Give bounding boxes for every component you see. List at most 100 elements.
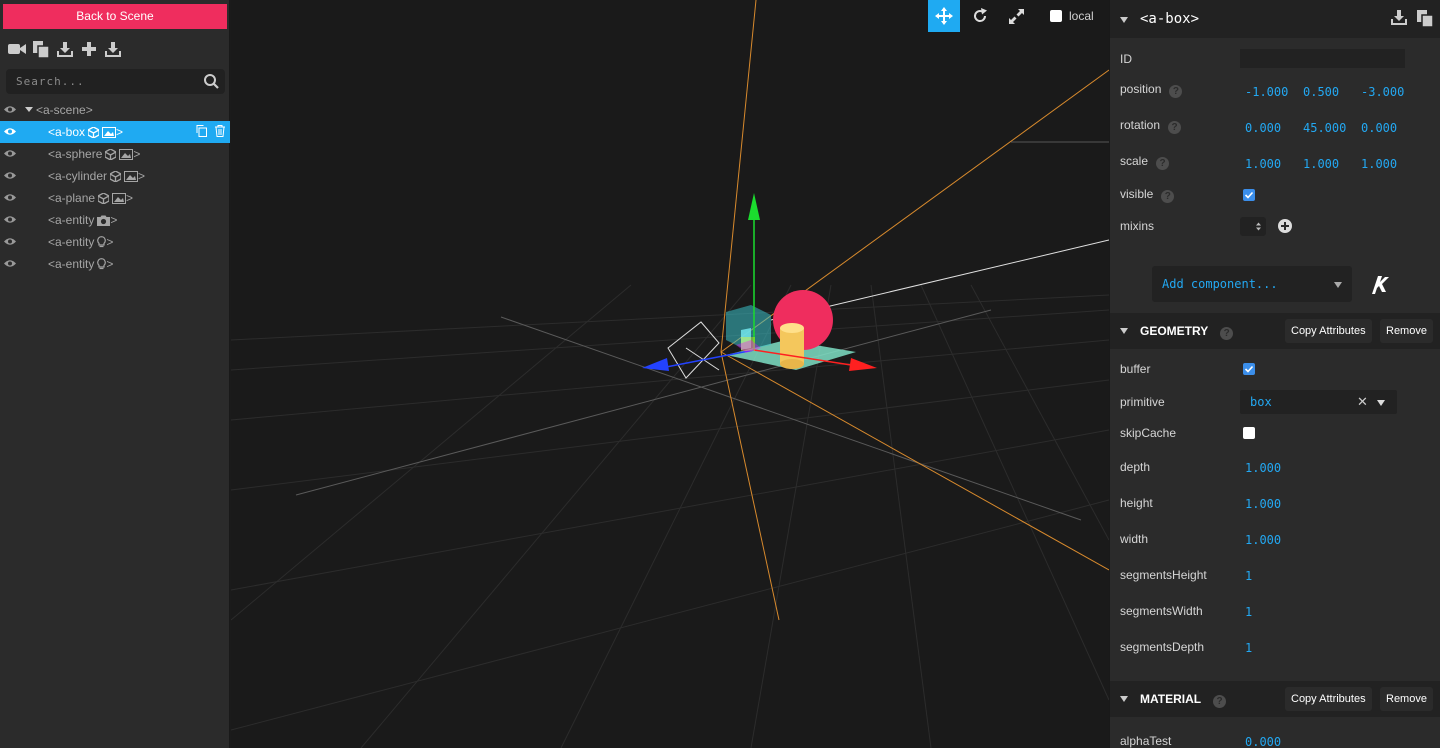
position-x-input[interactable]: -1.000 xyxy=(1245,85,1288,99)
tree-item-suffix: > xyxy=(133,147,141,161)
eye-icon[interactable] xyxy=(4,259,16,268)
help-icon[interactable]: ? xyxy=(1220,327,1234,340)
position-y-input[interactable]: 0.500 xyxy=(1303,85,1339,99)
camera-icon[interactable] xyxy=(8,40,26,58)
tree-item-label: <a-sphere xyxy=(48,147,103,161)
scale-x-input[interactable]: 1.000 xyxy=(1245,157,1281,171)
id-input[interactable] xyxy=(1240,49,1405,68)
tree-item-a-entity-camera[interactable]: <a-entity > xyxy=(0,209,230,231)
trash-icon[interactable] xyxy=(215,125,225,137)
visible-checkbox[interactable] xyxy=(1243,189,1255,201)
add-mixin-icon[interactable] xyxy=(1278,219,1292,233)
translate-button[interactable] xyxy=(928,0,960,32)
download-icon[interactable] xyxy=(104,40,122,58)
geometry-section-header[interactable]: GEOMETRY? Copy Attributes Remove xyxy=(1110,313,1440,349)
local-checkbox[interactable] xyxy=(1050,10,1062,22)
lightbulb-icon xyxy=(97,258,107,270)
position-z-input[interactable]: -3.000 xyxy=(1361,85,1404,99)
skipcache-checkbox[interactable] xyxy=(1243,427,1255,439)
eye-icon[interactable] xyxy=(4,237,16,246)
chevron-down-icon[interactable] xyxy=(1377,400,1385,406)
rotation-z-input[interactable]: 0.000 xyxy=(1361,121,1397,135)
segments-height-input[interactable]: 1 xyxy=(1245,569,1252,583)
back-to-scene-button[interactable]: Back to Scene xyxy=(3,4,227,29)
help-icon[interactable]: ? xyxy=(1156,157,1170,170)
scale-y-input[interactable]: 1.000 xyxy=(1303,157,1339,171)
height-label: height xyxy=(1120,496,1153,510)
material-section-header[interactable]: MATERIAL? Copy Attributes Remove xyxy=(1110,681,1440,717)
scale-button[interactable] xyxy=(1000,0,1032,32)
eye-icon[interactable] xyxy=(4,149,16,158)
search-icon[interactable] xyxy=(204,74,219,89)
eye-icon[interactable] xyxy=(4,215,16,224)
copy-attributes-button[interactable]: Copy Attributes xyxy=(1285,687,1372,711)
height-input[interactable]: 1.000 xyxy=(1245,497,1281,511)
collapse-icon[interactable] xyxy=(1120,696,1128,702)
width-input[interactable]: 1.000 xyxy=(1245,533,1281,547)
rotate-button[interactable] xyxy=(964,0,996,32)
help-icon[interactable]: ? xyxy=(1169,85,1183,98)
camera-icon xyxy=(97,215,111,226)
segments-depth-input[interactable]: 1 xyxy=(1245,641,1252,655)
collapse-icon[interactable] xyxy=(1120,328,1128,334)
alphatest-input[interactable]: 0.000 xyxy=(1245,735,1281,748)
primitive-value: box xyxy=(1250,395,1272,409)
eye-icon[interactable] xyxy=(4,193,16,202)
transform-toolbar: local xyxy=(928,0,1094,32)
image-icon xyxy=(124,171,139,182)
segments-width-input[interactable]: 1 xyxy=(1245,605,1252,619)
add-component-select[interactable]: Add component... xyxy=(1152,266,1352,302)
tree-item-a-entity-light[interactable]: <a-entity > xyxy=(0,231,230,253)
buffer-checkbox[interactable] xyxy=(1243,363,1255,375)
tree-item-a-cylinder[interactable]: <a-cylinder > xyxy=(0,165,230,187)
remove-component-button[interactable]: Remove xyxy=(1380,319,1433,343)
tree-item-suffix: > xyxy=(110,213,118,227)
aframe-inspector: Back to Scene Search... <a-scene> <a-box… xyxy=(0,0,1440,748)
rotation-y-input[interactable]: 45.000 xyxy=(1303,121,1346,135)
local-toggle[interactable]: local xyxy=(1050,9,1094,23)
tree-item-suffix: > xyxy=(106,257,114,271)
3d-viewport[interactable]: local xyxy=(231,0,1109,748)
rotation-x-input[interactable]: 0.000 xyxy=(1245,121,1281,135)
aframe-registry-icon[interactable] xyxy=(1369,273,1391,300)
tree-item-a-sphere[interactable]: <a-sphere > xyxy=(0,143,230,165)
entity-title: <a-box> xyxy=(1140,11,1200,27)
cylinder-mesh xyxy=(780,323,804,369)
copy-icon[interactable] xyxy=(32,40,50,58)
clone-icon[interactable] xyxy=(196,125,207,137)
position-label: position xyxy=(1120,82,1162,96)
help-icon[interactable]: ? xyxy=(1168,121,1182,134)
primitive-select[interactable]: box ✕ xyxy=(1240,390,1397,414)
scene-canvas[interactable] xyxy=(231,0,1109,748)
tree-item-label: <a-entity xyxy=(48,213,95,227)
scene-toolbar xyxy=(8,40,122,58)
segments-depth-label: segmentsDepth xyxy=(1120,640,1205,654)
clear-icon[interactable]: ✕ xyxy=(1357,394,1368,410)
help-icon[interactable]: ? xyxy=(1213,695,1227,708)
eye-icon[interactable] xyxy=(4,105,16,114)
tree-item-label: <a-cylinder xyxy=(48,169,108,183)
tree-item-a-entity-light[interactable]: <a-entity > xyxy=(0,253,230,275)
search-input[interactable] xyxy=(16,69,196,94)
segments-height-label: segmentsHeight xyxy=(1120,568,1207,582)
tree-item-label: <a-scene> xyxy=(36,103,93,117)
tree-item-a-plane[interactable]: <a-plane > xyxy=(0,187,230,209)
copy-icon[interactable] xyxy=(1417,10,1433,27)
tree-item-suffix: > xyxy=(126,191,134,205)
remove-component-button[interactable]: Remove xyxy=(1380,687,1433,711)
depth-input[interactable]: 1.000 xyxy=(1245,461,1281,475)
collapse-caret-icon[interactable] xyxy=(25,107,33,112)
eye-icon[interactable] xyxy=(4,127,16,136)
mixins-select[interactable] xyxy=(1240,217,1266,236)
download-icon[interactable] xyxy=(1391,10,1407,25)
download-icon[interactable] xyxy=(56,40,74,58)
tree-item-suffix: > xyxy=(116,125,124,139)
collapse-icon[interactable] xyxy=(1120,17,1128,23)
tree-item-a-box[interactable]: <a-box > xyxy=(0,121,230,143)
help-icon[interactable]: ? xyxy=(1161,190,1175,203)
copy-attributes-button[interactable]: Copy Attributes xyxy=(1285,319,1372,343)
plus-icon[interactable] xyxy=(80,40,98,58)
scale-z-input[interactable]: 1.000 xyxy=(1361,157,1397,171)
eye-icon[interactable] xyxy=(4,171,16,180)
tree-item-a-scene[interactable]: <a-scene> xyxy=(0,99,230,121)
